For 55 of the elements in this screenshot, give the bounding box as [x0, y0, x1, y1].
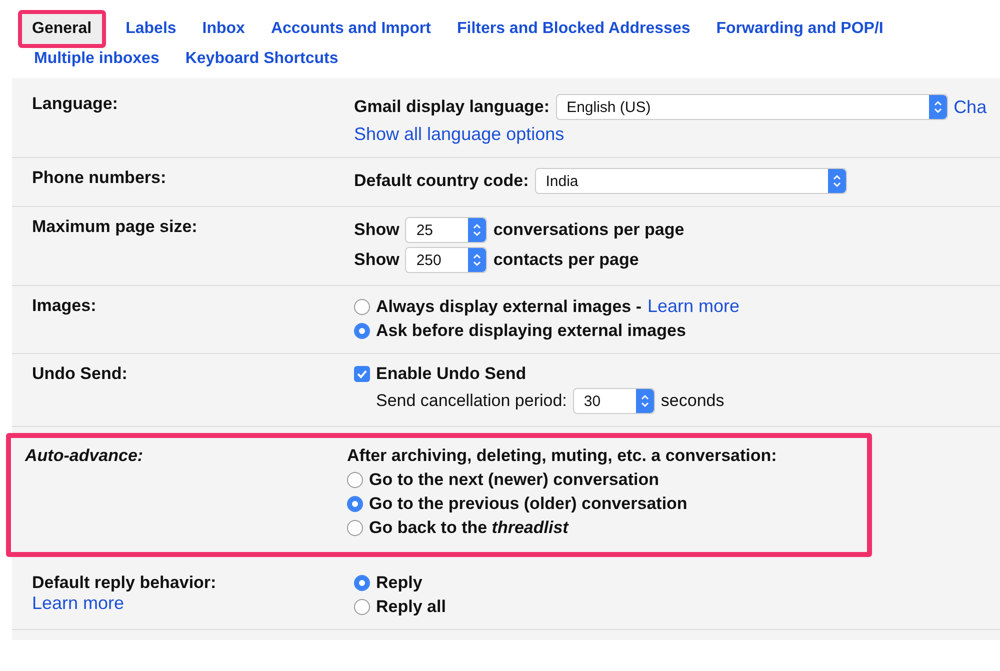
radio-label: Reply	[376, 573, 422, 593]
radio-label: Always display external images -	[376, 296, 642, 316]
dropdown[interactable]: India	[534, 168, 847, 194]
radio-button[interactable]	[354, 323, 370, 339]
setting-label: Maximum page size:	[32, 217, 198, 237]
radio-button[interactable]	[354, 599, 370, 615]
field-suffix: conversations per page	[493, 220, 684, 240]
settings-tab[interactable]: Multiple inboxes	[28, 46, 166, 72]
field-label: Gmail display language:	[354, 97, 550, 117]
radio-button[interactable]	[354, 575, 370, 591]
dropdown-arrows-icon	[828, 169, 846, 193]
option-heading: After archiving, deleting, muting, etc. a conversation:	[347, 446, 777, 466]
settings-tab[interactable]: Forwarding and POP/I	[710, 16, 890, 42]
dropdown[interactable]: English (US)	[556, 94, 948, 120]
settings-tab[interactable]: Keyboard Shortcuts	[179, 46, 344, 72]
radio-label: Reply all	[376, 597, 446, 617]
field-label: Send cancellation period:	[376, 391, 567, 411]
field-suffix: seconds	[660, 391, 724, 411]
dropdown-arrows-icon	[928, 95, 947, 119]
field-label: Show	[354, 250, 400, 270]
field-suffix: contacts per page	[493, 250, 639, 270]
radio-button[interactable]	[354, 298, 370, 314]
settings-tab[interactable]: Inbox	[196, 16, 251, 42]
language-options-link[interactable]: Show all language options	[354, 124, 564, 145]
radio-label: Ask before displaying external images	[376, 321, 686, 341]
radio-button[interactable]	[347, 520, 363, 536]
dropdown-arrows-icon	[468, 218, 486, 242]
setting-label: Images:	[32, 296, 98, 316]
settings-tab[interactable]: Filters and Blocked Addresses	[450, 16, 696, 42]
setting-label: Undo Send:	[32, 364, 128, 384]
settings-tab[interactable]: General	[18, 10, 106, 48]
dropdown[interactable]: 250	[405, 247, 488, 273]
radio-button[interactable]	[347, 496, 363, 512]
dropdown-arrows-icon	[468, 248, 486, 272]
field-label: Show	[354, 220, 400, 240]
radio-label: Go to the next (newer) conversation	[369, 470, 659, 490]
setting-label: Default reply behavior:	[32, 573, 218, 593]
radio-label: Go back to the threadlist	[369, 518, 568, 538]
checkbox-label: Enable Undo Send	[376, 364, 526, 384]
dropdown-arrows-icon	[636, 389, 654, 413]
setting-label: Phone numbers:	[32, 168, 168, 188]
setting-label: Language:	[32, 94, 119, 114]
radio-label: Go to the previous (older) conversation	[369, 494, 688, 514]
tick-icon	[356, 368, 368, 380]
settings-tab[interactable]: Accounts and Import	[264, 16, 437, 42]
learn-more-link[interactable]: Learn more	[32, 593, 354, 614]
learn-more-link[interactable]: Learn more	[648, 296, 740, 317]
dropdown[interactable]: 25	[405, 217, 488, 243]
dropdown[interactable]: 30	[572, 388, 655, 414]
radio-button[interactable]	[347, 472, 363, 488]
change-link[interactable]: Cha	[954, 96, 987, 118]
checkbox[interactable]	[354, 366, 370, 382]
field-label: Default country code:	[354, 171, 529, 191]
settings-tab[interactable]: Labels	[120, 16, 182, 42]
setting-label: Auto-advance:	[25, 446, 144, 466]
